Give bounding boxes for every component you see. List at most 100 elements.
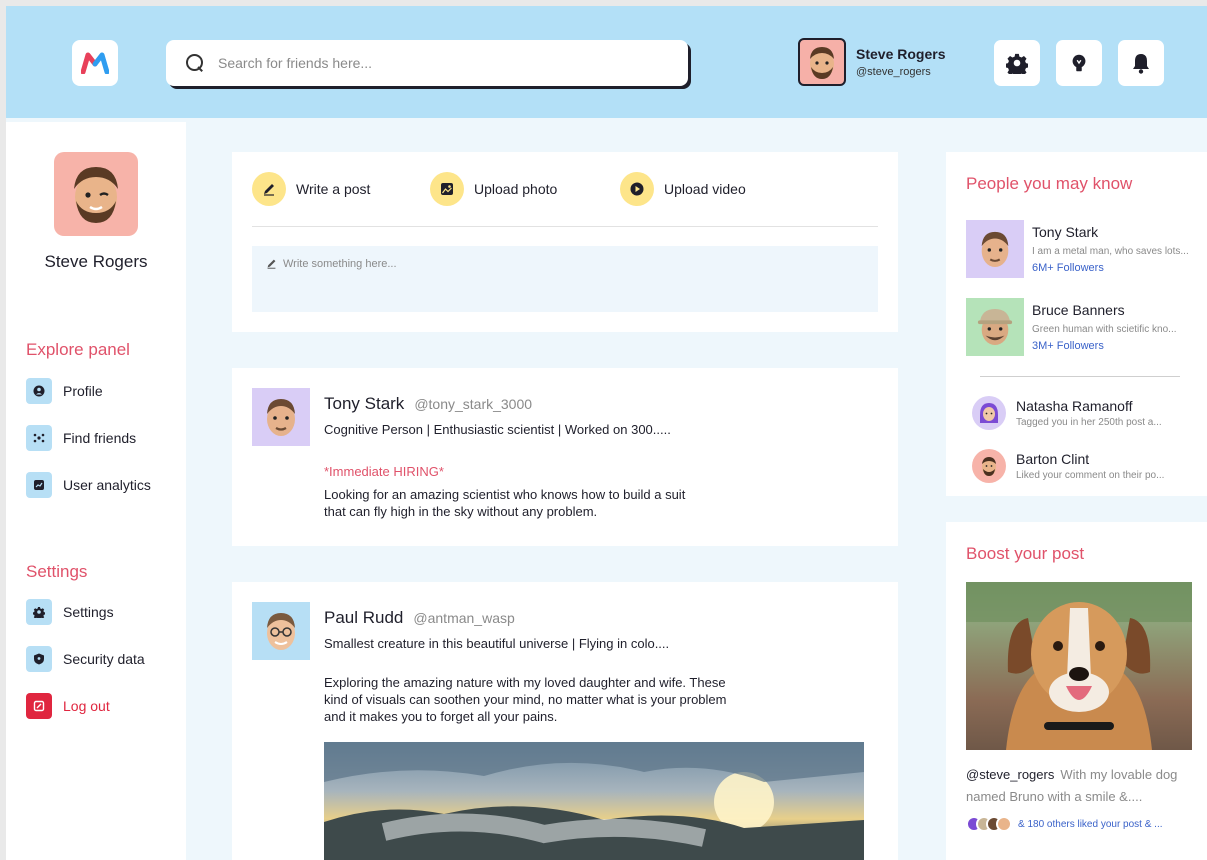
nav-user-analytics[interactable]: User analytics (26, 472, 151, 498)
landscape-image (324, 742, 864, 860)
suggestion-followers: 6M+ Followers (1032, 262, 1104, 274)
header-user-profile[interactable]: Steve Rogers @steve_rogers (798, 38, 945, 86)
nav-settings[interactable]: Settings (26, 599, 114, 625)
post-author-avatar[interactable] (252, 602, 310, 660)
post-author-handle[interactable]: @antman_wasp (413, 610, 514, 626)
dog-image (966, 582, 1192, 750)
suggestion-item[interactable]: Bruce Banners Green human with scietific… (966, 298, 1177, 356)
post-author-handle[interactable]: @tony_stark_3000 (414, 396, 532, 412)
ideas-button[interactable] (1056, 40, 1102, 86)
suggestion-item[interactable]: Tony Stark I am a metal man, who saves l… (966, 220, 1189, 278)
upload-video-button[interactable]: Upload video (620, 172, 746, 206)
suggestion-name: Tony Stark (1032, 224, 1099, 240)
bell-icon (1133, 54, 1149, 74)
nav-label: Profile (63, 383, 103, 399)
shield-icon (26, 646, 52, 672)
nav-label: Security data (63, 651, 145, 667)
sidebar-user-name: Steve Rogers (44, 252, 148, 271)
avatar-memoji-icon (981, 231, 1009, 268)
suggestion-avatar[interactable] (972, 396, 1006, 430)
post-composer: Write a post Upload photo Upload video W… (232, 152, 898, 332)
composer-divider (252, 226, 878, 227)
liker-avatars (966, 816, 1012, 832)
suggestion-followers: 3M+ Followers (1032, 340, 1104, 352)
header-avatar[interactable] (798, 38, 846, 86)
settings-section-title: Settings (26, 562, 88, 581)
header-user-name: Steve Rogers (856, 46, 946, 62)
pencil-icon (267, 259, 276, 269)
suggestion-desc: Tagged you in her 250th post a... (1016, 417, 1162, 428)
post-body-line: and it makes you to forget all your pain… (324, 709, 558, 724)
play-icon (620, 172, 654, 206)
search-input[interactable] (218, 55, 658, 71)
upload-video-label: Upload video (664, 181, 746, 197)
avatar-memoji-icon (810, 47, 834, 79)
boost-handle[interactable]: @steve_rogers (966, 767, 1054, 782)
post-author-line: Tony Stark @tony_stark_3000 (324, 394, 532, 414)
nav-log-out[interactable]: Log out (26, 693, 110, 719)
boost-likes-row[interactable]: & 180 others liked your post & ... (966, 816, 1163, 832)
suggestion-item[interactable]: Natasha Ramanoff Tagged you in her 250th… (972, 396, 1162, 430)
notifications-button[interactable] (1118, 40, 1164, 86)
write-post-label: Write a post (296, 181, 371, 197)
app-frame: Steve Rogers @steve_rogers (6, 6, 1207, 860)
suggestion-desc: Green human with scietific kno... (1032, 324, 1177, 335)
boost-panel-title: Boost your post (966, 544, 1085, 563)
post-body: Exploring the amazing nature with my lov… (324, 674, 726, 725)
post-author-bio: Smallest creature in this beautiful univ… (324, 636, 670, 651)
post-body-line: kind of visuals can soothen your mind, n… (324, 692, 727, 707)
analytics-icon (26, 472, 52, 498)
nav-profile[interactable]: Profile (26, 378, 103, 404)
post-author-avatar[interactable] (252, 388, 310, 446)
write-post-button[interactable]: Write a post (252, 172, 370, 206)
post-text-input[interactable]: Write something here... (252, 246, 878, 312)
app-logo[interactable] (72, 40, 118, 86)
photo-icon (430, 172, 464, 206)
post-body: Looking for an amazing scientist who kno… (324, 486, 685, 520)
suggestion-avatar[interactable] (972, 449, 1006, 483)
settings-button[interactable] (994, 40, 1040, 86)
gear-icon (26, 599, 52, 625)
lightbulb-icon (1072, 54, 1086, 72)
post-tag: *Immediate HIRING* (324, 464, 444, 479)
profile-icon (26, 378, 52, 404)
logo-icon (81, 52, 109, 74)
left-sidebar: Steve Rogers Explore panel Profile Find … (6, 122, 186, 860)
post-author-name[interactable]: Paul Rudd (324, 608, 403, 627)
nav-security-data[interactable]: Security data (26, 646, 145, 672)
pencil-icon (252, 172, 286, 206)
header-user-handle: @steve_rogers (856, 66, 931, 78)
nav-label: Find friends (63, 430, 137, 446)
post-input-placeholder: Write something here... (283, 258, 397, 270)
suggestion-desc: I am a metal man, who saves lots... (1032, 246, 1189, 257)
post-author-bio: Cognitive Person | Enthusiastic scientis… (324, 422, 671, 437)
upload-photo-button[interactable]: Upload photo (430, 172, 557, 206)
people-you-may-know-panel: People you may know Tony Stark I am a me… (946, 152, 1207, 496)
post-author-name[interactable]: Tony Stark (324, 394, 404, 413)
suggestion-name: Bruce Banners (1032, 302, 1125, 318)
boost-caption: @steve_rogers With my lovable dog named B… (966, 764, 1196, 808)
people-divider (980, 376, 1180, 377)
post-body-line: Looking for an amazing scientist who kno… (324, 487, 686, 502)
nav-find-friends[interactable]: Find friends (26, 425, 136, 451)
feed-post: Paul Rudd @antman_wasp Smallest creature … (232, 582, 898, 860)
suggestion-avatar[interactable] (966, 220, 1024, 278)
upload-photo-label: Upload photo (474, 181, 558, 197)
suggestion-avatar[interactable] (966, 298, 1024, 356)
avatar-memoji-icon (982, 457, 996, 476)
avatar-memoji-icon (980, 403, 998, 423)
feed-post: Tony Stark @tony_stark_3000 Cognitive Per… (232, 368, 898, 546)
logout-icon (26, 693, 52, 719)
post-landscape-photo[interactable] (324, 742, 864, 860)
sidebar-avatar[interactable] (54, 152, 138, 236)
avatar-memoji-icon (267, 399, 295, 436)
boost-dog-photo[interactable] (966, 582, 1192, 750)
suggestion-item[interactable]: Barton Clint Liked your comment on their… (972, 449, 1164, 483)
avatar-memoji-icon (74, 167, 118, 223)
people-panel-title: People you may know (966, 174, 1133, 193)
post-body-line: that can fly high in the sky without any… (324, 504, 598, 519)
avatar-memoji-icon (977, 308, 1013, 346)
explore-panel-title: Explore panel (26, 340, 130, 359)
nav-label: Log out (63, 698, 110, 714)
search-bar[interactable] (166, 40, 688, 86)
